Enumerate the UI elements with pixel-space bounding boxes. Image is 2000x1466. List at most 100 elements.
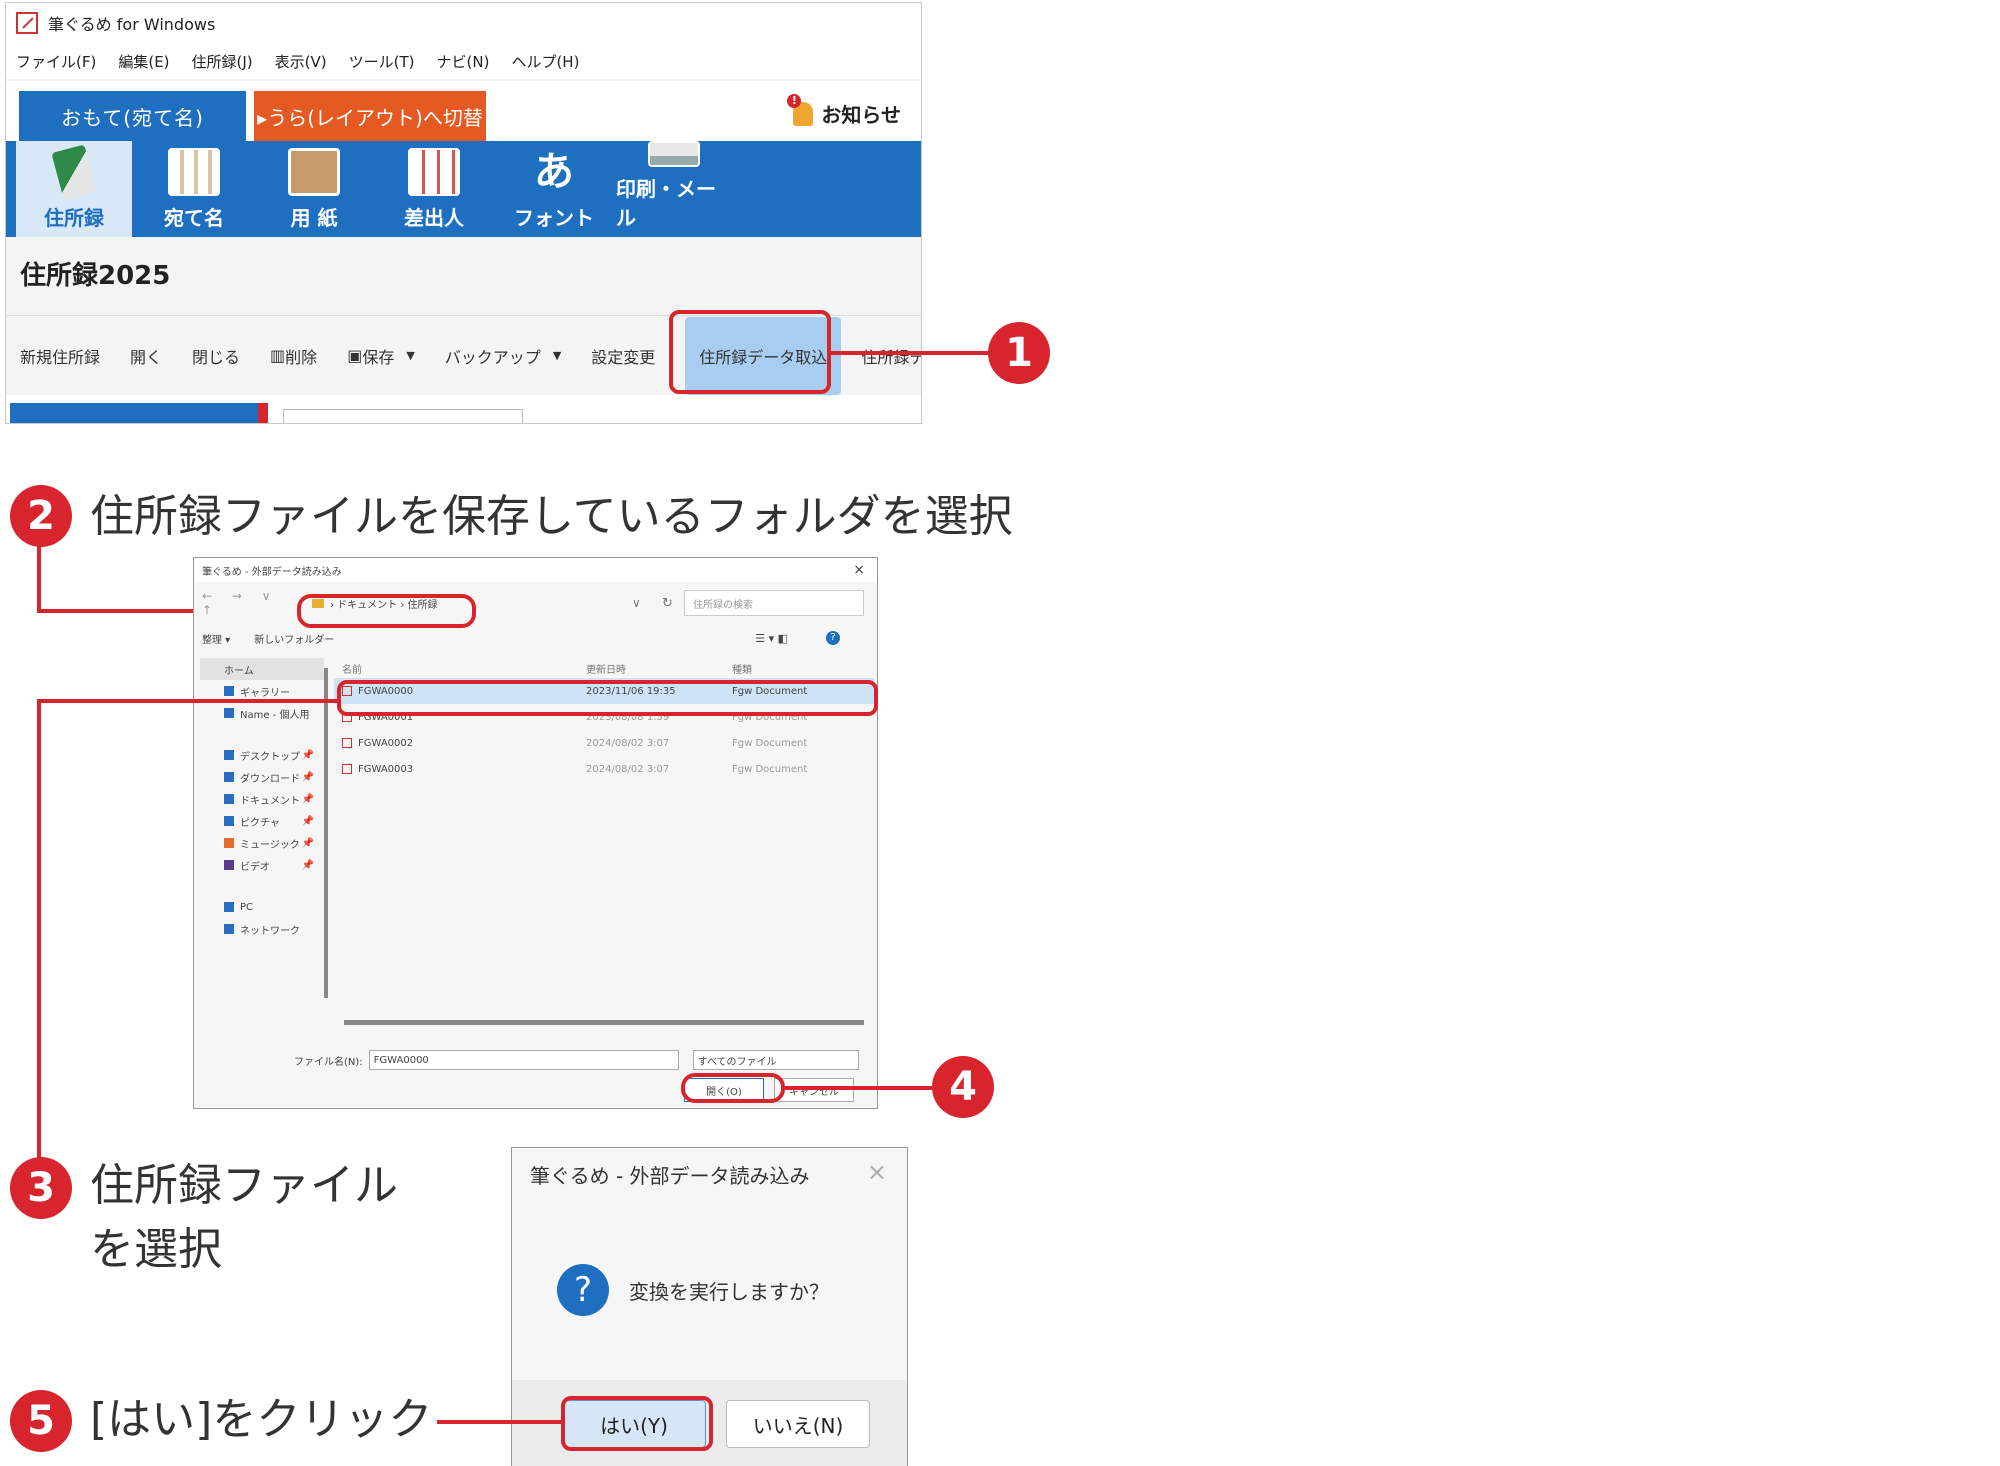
pin-icon: 📌: [301, 859, 314, 871]
view-options-icon[interactable]: ☰ ▾ ◧: [755, 632, 788, 645]
pin-icon: 📌: [301, 815, 314, 827]
tab-back-switch[interactable]: ▸うら(レイアウト)へ切替: [254, 91, 486, 141]
tool-label: 宛て名: [164, 206, 224, 230]
nav-item-network[interactable]: ネットワーク: [194, 918, 324, 940]
step-1-badge: 1: [988, 322, 1050, 384]
nav-label: ビデオ: [240, 861, 270, 873]
column-name[interactable]: 名前: [334, 661, 586, 676]
save-button[interactable]: ▣ 保存 ▼: [347, 344, 415, 368]
close-icon[interactable]: ×: [867, 1158, 887, 1186]
nav-scrollbar[interactable]: [324, 668, 328, 998]
menu-edit[interactable]: 編集(E): [118, 51, 169, 72]
truncated-command[interactable]: 住所録デ: [861, 344, 921, 368]
download-icon: [224, 772, 234, 782]
filetype-select[interactable]: すべてのファイル: [692, 1050, 859, 1070]
file-date: 2024/08/02 3:07: [586, 763, 670, 775]
filename-input[interactable]: FGWA0000: [368, 1050, 679, 1070]
divider: [258, 403, 268, 423]
file-name: FGWA0002: [358, 737, 414, 749]
tab-front[interactable]: おもて(宛て名): [19, 91, 246, 141]
delete-button[interactable]: ▥ 削除: [270, 344, 317, 368]
help-icon[interactable]: ?: [826, 631, 840, 645]
column-type[interactable]: 種類: [732, 661, 872, 676]
close-icon[interactable]: ×: [853, 562, 865, 578]
pin-icon: 📌: [301, 771, 314, 783]
menu-view[interactable]: 表示(V): [275, 51, 327, 72]
filename-value: FGWA0000: [373, 1054, 429, 1066]
column-date[interactable]: 更新日時: [586, 661, 732, 676]
tool-sender[interactable]: 差出人: [376, 141, 492, 237]
highlight-selected-file: [337, 680, 878, 716]
document-title: 住所録2025: [20, 261, 171, 291]
highlight-breadcrumb: [297, 594, 476, 628]
dropdown-icon[interactable]: ▼: [553, 349, 561, 362]
refresh-icon[interactable]: ↻: [662, 596, 673, 611]
cloud-icon: [224, 708, 234, 718]
new-folder-button[interactable]: 新しいフォルダー: [254, 631, 334, 646]
tool-print-mail[interactable]: 印刷・メール: [616, 141, 732, 237]
connector-line: [37, 699, 337, 703]
file-row[interactable]: FGWA0002 2024/08/02 3:07 Fgw Document: [334, 730, 874, 756]
dropdown-icon[interactable]: ▼: [406, 349, 414, 362]
file-icon: [342, 764, 352, 774]
backup-label: バックアップ: [444, 347, 541, 367]
nav-item-cloud[interactable]: Name - 個人用: [194, 702, 324, 724]
organize-button[interactable]: 整理 ▾: [202, 631, 230, 646]
menu-help[interactable]: ヘルプ(H): [511, 51, 579, 72]
menu-tools[interactable]: ツール(T): [349, 51, 415, 72]
file-row[interactable]: FGWA0003 2024/08/02 3:07 Fgw Document: [334, 756, 874, 782]
filename-row: ファイル名(N): FGWA0000 すべてのファイル: [294, 1050, 859, 1070]
new-address-book-button[interactable]: 新規住所録: [20, 344, 100, 368]
tool-label: フォント: [514, 206, 594, 230]
nav-arrows[interactable]: ← → ∨ ↑: [202, 589, 292, 617]
tool-label: 印刷・メール: [616, 177, 716, 230]
tool-font[interactable]: あ フォント: [496, 141, 612, 237]
open-button[interactable]: 開く: [130, 344, 162, 368]
filename-label: ファイル名(N):: [294, 1056, 363, 1068]
pin-icon: 📌: [301, 793, 314, 805]
tool-paper[interactable]: 用 紙: [256, 141, 372, 237]
nav-item-pictures[interactable]: ピクチャ 📌: [194, 810, 324, 832]
cancel-button[interactable]: キャンセル: [774, 1078, 854, 1102]
step-4-badge: 4: [932, 1056, 994, 1118]
backup-button[interactable]: バックアップ ▼: [445, 344, 561, 368]
nav-item-pc[interactable]: PC: [194, 896, 324, 918]
tool-label: 用 紙: [290, 206, 338, 230]
pin-icon: 📌: [301, 837, 314, 849]
title-bar: 筆ぐるめ for Windows: [6, 3, 921, 43]
connector-line: [785, 1086, 935, 1090]
search-input[interactable]: 住所録の検索: [684, 590, 864, 616]
menu-navi[interactable]: ナビ(N): [437, 51, 490, 72]
font-icon: あ: [534, 149, 574, 195]
connector-line: [437, 1420, 563, 1424]
view-select[interactable]: [283, 409, 523, 423]
nav-label: PC: [240, 901, 254, 913]
nav-label: ギャラリー: [240, 687, 290, 699]
delete-label: 削除: [285, 347, 318, 367]
chevron-down-icon[interactable]: ∨: [632, 596, 641, 610]
settings-button[interactable]: 設定変更: [591, 344, 655, 368]
notice-button[interactable]: お知らせ: [787, 93, 901, 128]
folder-pane[interactable]: [10, 403, 258, 423]
nav-item-music[interactable]: ミュージック 📌: [194, 832, 324, 854]
close-button[interactable]: 閉じる: [192, 344, 240, 368]
connector-line: [831, 351, 991, 355]
menu-address[interactable]: 住所録(J): [192, 51, 253, 72]
tool-addressee[interactable]: 宛て名: [136, 141, 252, 237]
no-button[interactable]: いいえ(N): [726, 1400, 870, 1448]
nav-item-desktop[interactable]: デスクトップ 📌: [194, 744, 324, 766]
tool-address-book[interactable]: 住所録: [16, 141, 132, 237]
horizontal-scrollbar[interactable]: [344, 1020, 864, 1025]
file-name-cell: FGWA0002: [334, 738, 586, 749]
nav-label: Name - 個人用: [240, 709, 310, 721]
nav-item-downloads[interactable]: ダウンロード 📌: [194, 766, 324, 788]
nav-item-home[interactable]: ホーム: [200, 658, 324, 680]
videos-icon: [224, 860, 234, 870]
nav-item-videos[interactable]: ビデオ 📌: [194, 854, 324, 876]
bell-icon: [787, 93, 814, 126]
nav-item-documents[interactable]: ドキュメント 📌: [194, 788, 324, 810]
nav-label: ネットワーク: [240, 925, 300, 937]
menu-file[interactable]: ファイル(F): [16, 51, 96, 72]
